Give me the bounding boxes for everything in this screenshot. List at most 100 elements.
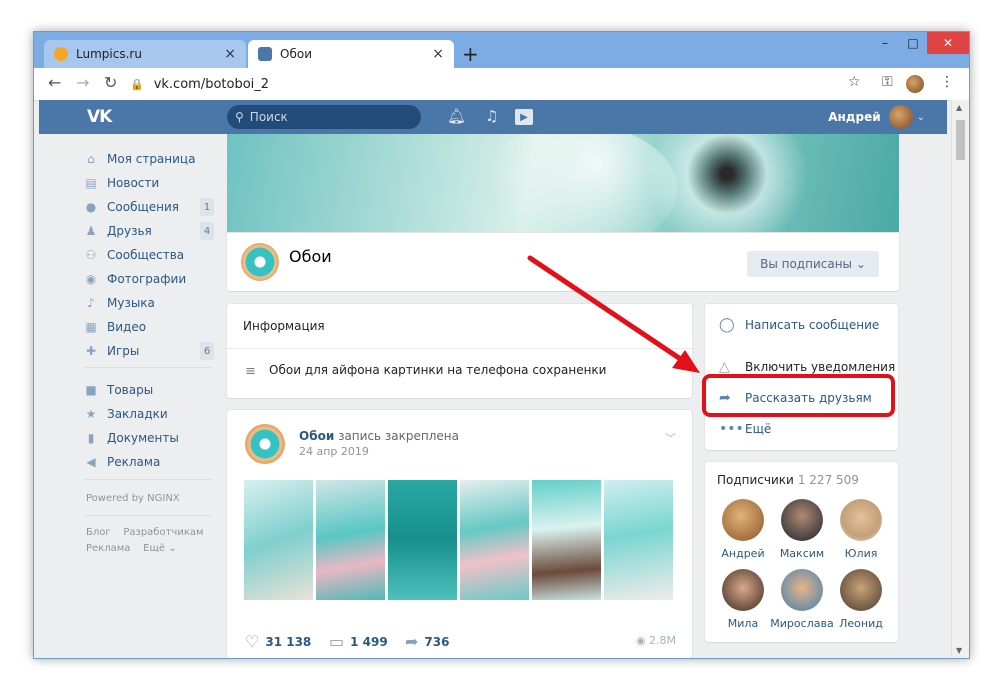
footer-links-2: Реклама Ещё ⌄ bbox=[86, 543, 177, 554]
tab-close-icon[interactable]: × bbox=[224, 46, 236, 62]
sidebar-item-goods[interactable]: ■ Товары bbox=[84, 379, 214, 401]
post-author-name[interactable]: Обои bbox=[299, 429, 334, 443]
sidebar-item-news[interactable]: ▤ Новости bbox=[84, 172, 214, 194]
enable-notifications-button[interactable]: △ Включить уведомления bbox=[719, 359, 895, 375]
vk-favicon-icon bbox=[258, 47, 272, 61]
sidebar-item-documents[interactable]: ▮ Документы bbox=[84, 427, 214, 449]
chevron-down-icon: ⌄ bbox=[916, 111, 925, 123]
url-text: vk.com/botoboi_2 bbox=[153, 76, 270, 92]
minimize-button[interactable]: – bbox=[871, 32, 899, 54]
sidebar-item-music[interactable]: ♪ Музыка bbox=[84, 292, 214, 314]
window-close-button[interactable]: ✕ bbox=[927, 32, 969, 54]
games-badge: 6 bbox=[200, 342, 214, 360]
tab-title: Обои bbox=[280, 47, 312, 61]
subscriber-item[interactable]: Мирослава bbox=[770, 569, 834, 630]
sidebar-item-video[interactable]: ▦ Видео bbox=[84, 316, 214, 338]
gamepad-icon: ✚ bbox=[85, 344, 97, 358]
group-name: Обои bbox=[289, 247, 332, 266]
play-icon[interactable]: ▶ bbox=[515, 109, 533, 125]
search-placeholder: Поиск bbox=[249, 110, 288, 124]
scroll-down-icon[interactable]: ▼ bbox=[956, 646, 962, 655]
sidebar-item-friends[interactable]: ♟ Друзья 4 bbox=[84, 220, 214, 242]
avatar bbox=[781, 499, 823, 541]
share-button[interactable]: ➦ 736 bbox=[405, 632, 449, 651]
messages-icon: ● bbox=[85, 200, 97, 214]
subscriber-item[interactable]: Мила bbox=[713, 569, 773, 630]
menu-dots-icon[interactable]: ⋮ bbox=[940, 74, 954, 90]
music-note-icon[interactable]: ♫ bbox=[485, 107, 498, 125]
bag-icon: ■ bbox=[85, 383, 97, 397]
sidebar-item-communities[interactable]: ⚇ Сообщества bbox=[84, 244, 214, 266]
friends-badge: 4 bbox=[200, 222, 214, 240]
bell-icon[interactable]: 🔔︎ bbox=[447, 107, 466, 125]
post-author-line: Обои запись закреплена bbox=[299, 429, 459, 443]
tab-oboi[interactable]: Обои × bbox=[248, 40, 454, 68]
chevron-down-icon[interactable]: ﹀ bbox=[665, 430, 676, 446]
avatar bbox=[781, 569, 823, 611]
back-arrow-icon[interactable]: ← bbox=[48, 73, 61, 92]
home-icon: ⌂ bbox=[87, 152, 95, 166]
vk-logo[interactable]: VK bbox=[87, 107, 112, 127]
document-icon: ▮ bbox=[87, 431, 95, 445]
profile-avatar-icon[interactable] bbox=[906, 75, 924, 93]
footer-links: Блог Разработчикам bbox=[86, 527, 204, 538]
maximize-button[interactable]: □ bbox=[899, 32, 927, 54]
share-arrow-icon: ➦ bbox=[405, 632, 419, 651]
reload-icon[interactable]: ↻ bbox=[104, 73, 117, 92]
footer-link-more[interactable]: Ещё bbox=[143, 543, 165, 554]
subscribed-button[interactable]: Вы подписаны ⌄ bbox=[747, 251, 879, 277]
footer-link-ads[interactable]: Реклама bbox=[86, 543, 130, 554]
scroll-up-icon[interactable]: ▲ bbox=[956, 103, 962, 112]
subscriber-item[interactable]: Максим bbox=[772, 499, 832, 560]
like-button[interactable]: ♡ 31 138 bbox=[245, 632, 311, 651]
more-button[interactable]: ••• Ещё bbox=[719, 421, 771, 437]
subscriber-item[interactable]: Андрей bbox=[713, 499, 773, 560]
post-photo[interactable] bbox=[316, 480, 385, 600]
new-tab-button[interactable]: + bbox=[462, 42, 479, 66]
browser-window: Lumpics.ru × Обои × + – □ ✕ ← → ↻ 🔒 vk.c… bbox=[33, 31, 970, 659]
cover-dandelion-decoration bbox=[647, 134, 807, 233]
post-date[interactable]: 24 апр 2019 bbox=[299, 445, 369, 458]
footer-link-dev[interactable]: Разработчикам bbox=[123, 527, 203, 538]
post-photo[interactable] bbox=[604, 480, 673, 600]
page-scrollbar[interactable]: ▲ ▼ bbox=[951, 100, 969, 658]
group-cover-image bbox=[227, 134, 899, 233]
send-message-button[interactable]: ◯ Написать сообщение bbox=[719, 317, 879, 333]
post-photo[interactable] bbox=[244, 480, 313, 600]
search-input[interactable]: ⚲ Поиск bbox=[227, 105, 421, 129]
sidebar-item-bookmarks[interactable]: ★ Закладки bbox=[84, 403, 214, 425]
post-photo[interactable] bbox=[460, 480, 529, 600]
lumpics-favicon-icon bbox=[54, 47, 68, 61]
heart-icon: ♡ bbox=[245, 632, 260, 651]
key-icon[interactable]: ⚿ bbox=[882, 74, 893, 90]
chevron-down-icon: ⌄ bbox=[168, 543, 177, 554]
group-avatar[interactable] bbox=[241, 243, 279, 281]
pinned-post: Обои запись закреплена 24 апр 2019 ﹀ ♡ 31… bbox=[227, 410, 692, 658]
subscriber-item[interactable]: Леонид bbox=[831, 569, 891, 630]
user-menu[interactable]: Андрей ⌄ bbox=[828, 105, 925, 129]
bookmark-star-icon[interactable]: ☆ bbox=[848, 74, 861, 90]
post-author-avatar[interactable] bbox=[245, 424, 285, 464]
sidebar-item-ads[interactable]: ◀ Реклама bbox=[84, 451, 214, 473]
browser-titlebar: Lumpics.ru × Обои × + – □ ✕ bbox=[34, 32, 969, 68]
sidebar-item-photos[interactable]: ◉ Фотографии bbox=[84, 268, 214, 290]
tab-close-icon[interactable]: × bbox=[432, 46, 444, 62]
views-counter: ◉ 2.8M bbox=[635, 634, 676, 647]
address-bar[interactable]: 🔒 vk.com/botoboi_2 bbox=[130, 72, 870, 96]
sidebar-item-messages[interactable]: ● Сообщения 1 bbox=[84, 196, 214, 218]
scroll-thumb[interactable] bbox=[956, 120, 965, 160]
info-divider bbox=[227, 348, 692, 349]
forward-arrow-icon[interactable]: → bbox=[76, 73, 89, 92]
subscriber-item[interactable]: Юлия bbox=[831, 499, 891, 560]
speech-bubble-icon: ◯ bbox=[719, 317, 735, 333]
footer-link-blog[interactable]: Блог bbox=[86, 527, 111, 538]
sidebar-item-my-page[interactable]: ⌂ Моя страница bbox=[84, 148, 214, 170]
sidebar-item-games[interactable]: ✚ Игры 6 bbox=[84, 340, 214, 362]
info-block: Информация ≡ Обои для айфона картинки на… bbox=[227, 304, 692, 398]
sidebar-divider bbox=[84, 515, 212, 516]
tab-lumpics[interactable]: Lumpics.ru × bbox=[44, 40, 246, 68]
post-photo[interactable] bbox=[388, 480, 457, 600]
subscribers-header[interactable]: Подписчики 1 227 509 bbox=[717, 473, 859, 487]
comment-button[interactable]: ▭ 1 499 bbox=[329, 632, 388, 651]
post-photo[interactable] bbox=[532, 480, 601, 600]
